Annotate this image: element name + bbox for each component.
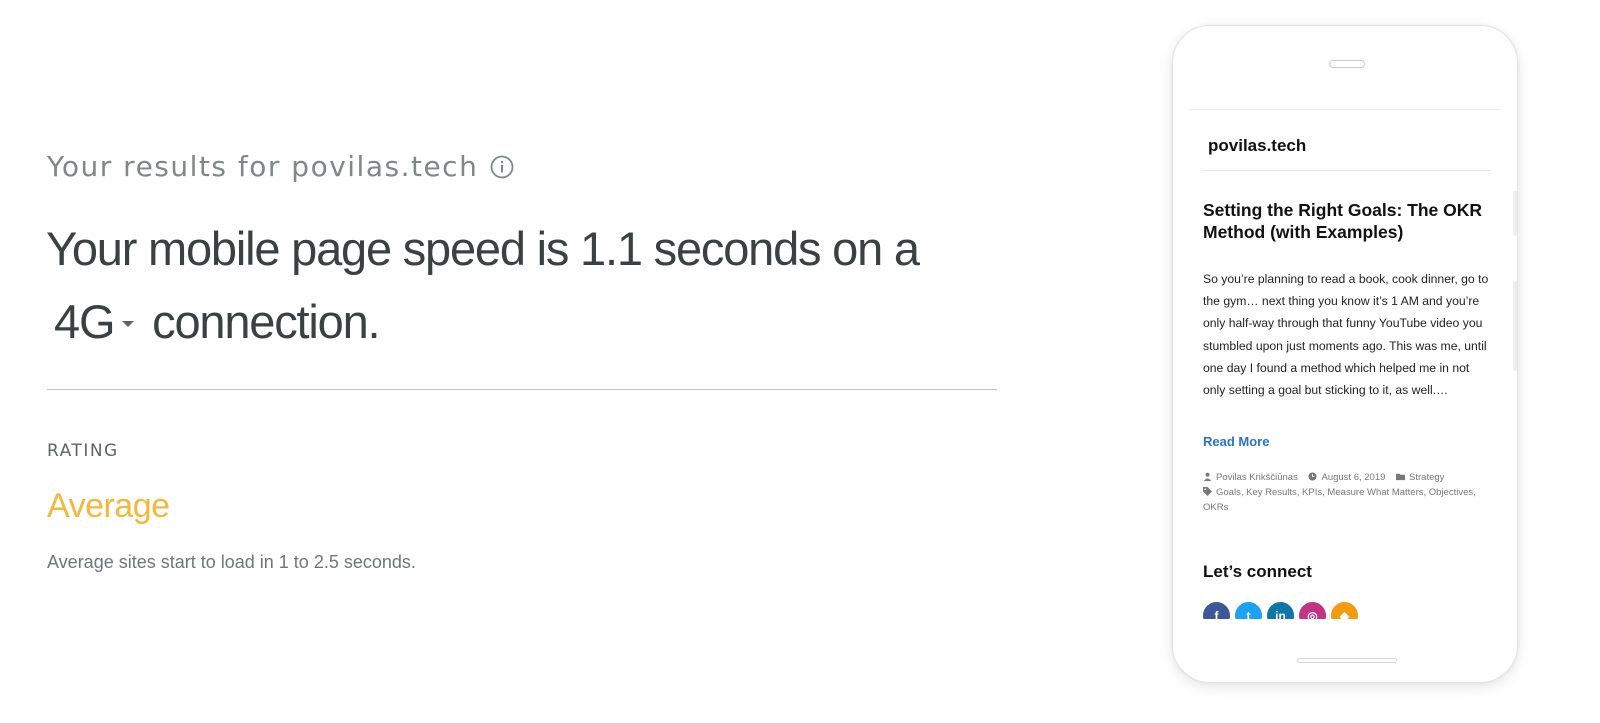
preview-post-title: Setting the Right Goals: The OKR Method … — [1203, 200, 1483, 242]
page-speed-headline: Your mobile page speed is 1.1 seconds on… — [46, 212, 1046, 358]
instagram-icon[interactable]: ◎ — [1299, 602, 1326, 619]
preview-site-name: povilas.tech — [1208, 136, 1307, 155]
read-more-link[interactable]: Read More — [1203, 434, 1269, 449]
clock-icon — [1308, 472, 1318, 481]
preview-post-excerpt: So you’re planning to read a book, cook … — [1203, 272, 1489, 398]
phone-preview: povilas.tech Setting the Right Goals: Th… — [1172, 25, 1518, 683]
preview-category: Strategy — [1409, 472, 1445, 483]
phone-screen: povilas.tech Setting the Right Goals: Th… — [1189, 109, 1501, 619]
phone-home-bar — [1297, 658, 1397, 663]
phone-speaker — [1329, 60, 1365, 68]
social-icons: f t in ◎ ◆ — [1203, 602, 1358, 619]
rating-value: Average — [47, 487, 170, 525]
headline-text-1: Your mobile page speed is 1.1 seconds on… — [46, 222, 920, 275]
network-dropdown[interactable]: 4G — [46, 285, 140, 358]
linkedin-icon[interactable]: in — [1267, 602, 1294, 619]
preview-date: August 6, 2019 — [1321, 472, 1386, 483]
twitter-icon[interactable]: t — [1235, 602, 1262, 619]
results-heading: Your results for povilas.tech — [47, 150, 514, 183]
rating-description: Average sites start to load in 1 to 2.5 … — [47, 552, 416, 572]
user-icon — [1203, 472, 1212, 481]
rss-icon[interactable]: ◆ — [1331, 602, 1358, 619]
tag-icon — [1203, 487, 1212, 496]
info-icon[interactable] — [490, 155, 514, 179]
chevron-down-icon — [122, 320, 135, 327]
preview-tags: Goals, Key Results, KPIs, Measure What M… — [1203, 487, 1476, 513]
phone-side-button — [1513, 191, 1517, 236]
results-prefix: Your results for — [47, 150, 281, 183]
network-value: 4G — [54, 295, 116, 348]
rating-label: RATING — [47, 441, 119, 461]
phone-side-button — [1513, 281, 1517, 371]
preview-divider — [1201, 170, 1491, 171]
folder-icon — [1396, 473, 1406, 481]
preview-post-meta: Povilas Krikščiūnas August 6, 2019 Strat… — [1203, 470, 1493, 515]
results-domain: povilas.tech — [291, 150, 479, 183]
divider — [47, 389, 997, 390]
preview-connect-heading: Let’s connect — [1203, 562, 1312, 581]
preview-author: Povilas Krikščiūnas — [1216, 472, 1298, 483]
headline-text-2: connection. — [152, 295, 380, 348]
facebook-icon[interactable]: f — [1203, 602, 1230, 619]
